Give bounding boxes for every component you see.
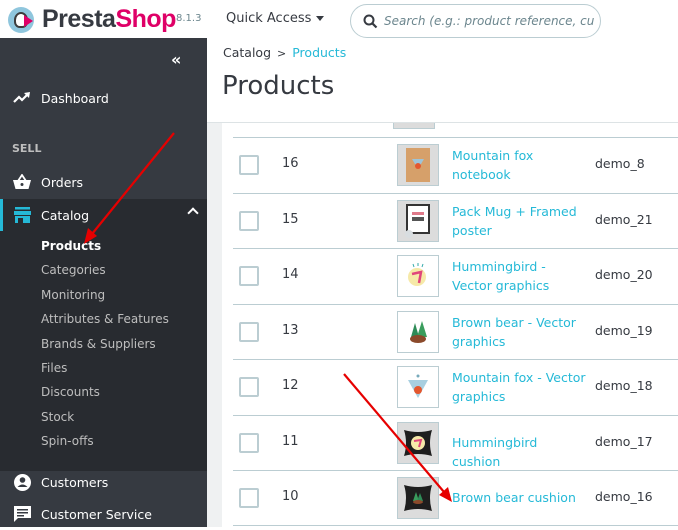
store-icon [12, 205, 32, 225]
product-id: 12 [282, 378, 299, 393]
brand-name: PrestaShop [42, 5, 176, 33]
breadcrumb-separator: > [277, 47, 287, 60]
product-thumbnail[interactable] [397, 366, 439, 408]
puffin-logo-icon [8, 6, 38, 34]
product-row[interactable]: 15 Pack Mug + Framed poster demo_21 [233, 193, 678, 248]
product-row[interactable]: 13 Brown bear - Vector graphics demo_19 [233, 304, 678, 359]
caret-down-icon [316, 16, 325, 21]
products-table: 16 Mountain fox notebook demo_8 15 Pack Mug … [222, 123, 678, 528]
product-thumbnail[interactable] [397, 422, 439, 464]
product-name-link[interactable]: Brown bear cushion [452, 488, 587, 507]
sidebar-subitem-discounts[interactable]: Discounts [41, 385, 100, 399]
sidebar-subitem-brands-suppliers[interactable]: Brands & Suppliers [41, 337, 156, 351]
product-reference: demo_18 [595, 378, 653, 393]
row-checkbox[interactable] [239, 433, 259, 453]
product-thumbnail[interactable] [397, 200, 439, 242]
sidebar-item-label: Customer Service [41, 506, 152, 522]
sidebar-subitem-attributes-features[interactable]: Attributes & Features [41, 312, 169, 326]
product-row[interactable]: 14 Hummingbird - Vector graphics demo_20 [233, 248, 678, 303]
top-bar: PrestaShop 8.1.3 Quick Access [0, 0, 678, 38]
version-label: 8.1.3 [176, 13, 202, 24]
sidebar-item-label: Dashboard [41, 90, 109, 106]
sidebar-item-catalog[interactable]: Catalog [0, 199, 207, 231]
breadcrumb-catalog[interactable]: Catalog [223, 45, 271, 60]
product-row[interactable]: 11 Hummingbird cushion demo_17 [233, 415, 678, 470]
sidebar-item-label: Catalog [41, 207, 90, 223]
product-name-link[interactable]: Hummingbird - Vector graphics [452, 257, 587, 295]
breadcrumb-products[interactable]: Products [292, 45, 346, 60]
product-thumbnail[interactable] [397, 144, 439, 186]
product-id: 15 [282, 212, 299, 227]
product-id: 14 [282, 267, 299, 282]
product-id: 13 [282, 323, 299, 338]
section-label-sell: SELL [12, 142, 42, 155]
search-input[interactable] [384, 14, 594, 28]
shopping-basket-icon [12, 172, 32, 192]
product-id: 10 [282, 489, 299, 504]
chevron-up-icon[interactable] [187, 207, 199, 219]
sidebar-subitem-categories[interactable]: Categories [41, 263, 106, 277]
trending-up-icon [12, 88, 32, 108]
quick-access-label: Quick Access [226, 11, 312, 26]
product-reference: demo_19 [595, 323, 653, 338]
product-name-link[interactable]: Mountain fox notebook [452, 146, 587, 184]
product-id: 16 [282, 156, 299, 171]
sidebar: « Dashboard SELL Orders Catalog Products… [0, 38, 207, 527]
row-checkbox[interactable] [239, 155, 259, 175]
product-reference: demo_20 [595, 267, 653, 282]
product-thumbnail[interactable] [397, 255, 439, 297]
sidebar-item-label: Orders [41, 174, 84, 190]
sidebar-subitem-products[interactable]: Products [41, 239, 101, 253]
chat-icon [12, 504, 32, 524]
sidebar-subitem-files[interactable]: Files [41, 361, 67, 375]
account-circle-icon [12, 472, 32, 492]
row-checkbox[interactable] [239, 211, 259, 231]
product-thumbnail[interactable] [397, 311, 439, 353]
page-title: Products [222, 71, 335, 101]
sidebar-item-customer-service[interactable]: Customer Service [0, 498, 207, 530]
product-name-link[interactable]: Pack Mug + Framed poster [452, 202, 587, 240]
row-checkbox[interactable] [239, 377, 259, 397]
product-row[interactable]: 12 Mountain fox - Vector graphics demo_18 [233, 359, 678, 414]
product-name-link[interactable]: Brown bear - Vector graphics [452, 313, 587, 351]
sidebar-item-customers[interactable]: Customers [0, 466, 207, 498]
sidebar-subitem-monitoring[interactable]: Monitoring [41, 288, 105, 302]
sidebar-subitem-stock[interactable]: Stock [41, 410, 74, 424]
product-thumbnail-partial [393, 123, 435, 129]
search-icon [363, 14, 378, 28]
sidebar-item-label: Customers [41, 474, 109, 490]
sidebar-item-dashboard[interactable]: Dashboard [0, 82, 207, 114]
quick-access-dropdown[interactable]: Quick Access [226, 11, 325, 26]
product-name-link[interactable]: Hummingbird cushion [452, 433, 587, 471]
product-thumbnail[interactable] [397, 477, 439, 519]
product-reference: demo_21 [595, 212, 653, 227]
product-row[interactable]: 16 Mountain fox notebook demo_8 [233, 137, 678, 192]
main-content: Catalog > Products Products 16 Mountain fox… [207, 38, 678, 528]
sidebar-subitem-spin-offs[interactable]: Spin-offs [41, 434, 94, 448]
product-name-link[interactable]: Mountain fox - Vector graphics [452, 368, 587, 406]
sidebar-item-orders[interactable]: Orders [0, 166, 207, 198]
product-reference: demo_17 [595, 434, 653, 449]
breadcrumb: Catalog > Products [223, 45, 346, 60]
product-reference: demo_8 [595, 156, 645, 171]
row-checkbox[interactable] [239, 266, 259, 286]
collapse-sidebar-icon[interactable]: « [171, 50, 181, 69]
row-checkbox[interactable] [239, 488, 259, 508]
prestashop-logo[interactable]: PrestaShop [8, 5, 176, 34]
product-reference: demo_16 [595, 489, 653, 504]
search-box[interactable] [350, 4, 601, 38]
product-row[interactable]: 10 Brown bear cushion demo_16 [233, 470, 678, 525]
product-id: 11 [282, 434, 299, 449]
catalog-submenu: Catalog Products Categories Monitoring A… [0, 199, 207, 471]
row-checkbox[interactable] [239, 322, 259, 342]
products-area: 16 Mountain fox notebook demo_8 15 Pack Mug … [207, 122, 678, 528]
